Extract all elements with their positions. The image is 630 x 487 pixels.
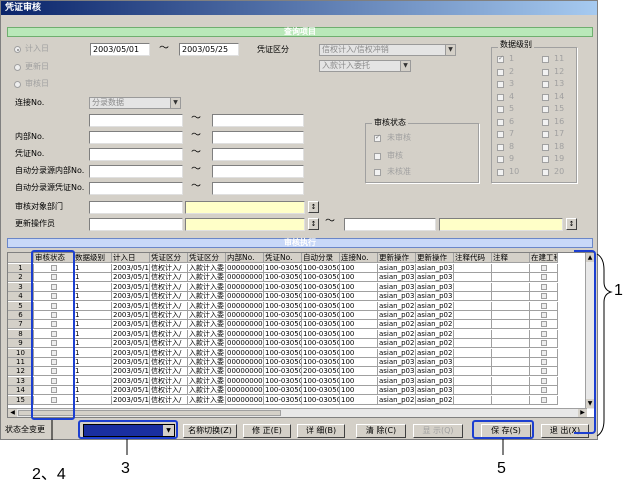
- callout-2-4: 2、4: [32, 466, 66, 483]
- callout-1: 1: [614, 282, 623, 299]
- brace-icon: [596, 253, 613, 437]
- callout-leaders: [51, 253, 613, 455]
- callout-3: 3: [121, 460, 130, 477]
- callout-5: 5: [497, 460, 506, 477]
